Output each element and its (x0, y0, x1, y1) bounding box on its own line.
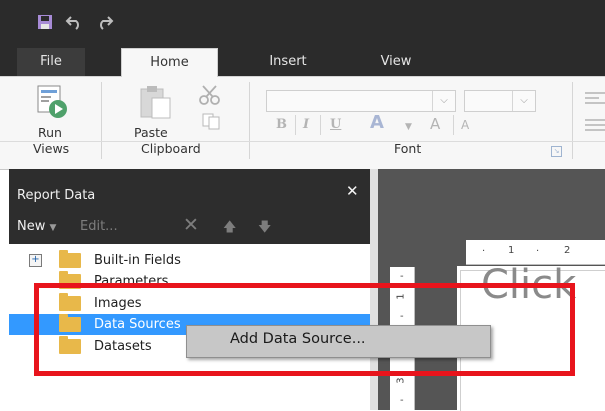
new-label: New (17, 219, 46, 234)
edit-button[interactable]: Edit... (80, 219, 118, 234)
ruler-tick-label: 3 (395, 377, 407, 384)
underline-button[interactable]: U (330, 117, 341, 132)
font-size-combo[interactable]: ⌵ (464, 90, 536, 112)
font-color-button[interactable]: A (370, 112, 384, 133)
delete-icon[interactable]: ✕ (183, 214, 199, 236)
title-bar (0, 0, 605, 44)
divider (295, 115, 296, 135)
group-divider (572, 82, 573, 159)
run-button[interactable] (36, 84, 70, 120)
italic-button[interactable]: I (303, 117, 309, 132)
font-name-combo[interactable]: ⌵ (266, 90, 456, 112)
move-down-icon[interactable]: 🡇 (258, 218, 271, 240)
divider (320, 115, 321, 135)
group-label-views: Views (33, 141, 70, 156)
paste-icon (140, 86, 171, 119)
shrink-font-button[interactable]: A (461, 118, 469, 132)
group-label-font: Font (394, 141, 422, 156)
cut-icon[interactable] (198, 84, 222, 106)
dialog-launcher-icon[interactable]: ↘ (551, 146, 562, 157)
tab-home[interactable]: Home (121, 48, 218, 78)
bold-button[interactable]: B (276, 117, 287, 132)
ruler-tick: · (482, 246, 486, 257)
align-icon[interactable] (585, 90, 605, 104)
expand-icon[interactable]: + (29, 254, 42, 267)
run-label: Run (38, 125, 62, 140)
tab-insert[interactable]: Insert (248, 48, 328, 76)
paste-button[interactable] (138, 84, 174, 120)
ruler-tick: - (400, 395, 404, 406)
ribbon-tabs: File Home Insert View (0, 44, 605, 78)
report-data-title: Report Data (17, 188, 96, 203)
grow-font-button[interactable]: A (430, 115, 440, 133)
group-label-divider (0, 141, 605, 142)
folder-icon (59, 250, 81, 268)
chevron-down-icon[interactable]: ▼ (405, 122, 412, 132)
save-icon[interactable] (34, 10, 56, 34)
run-icon (37, 85, 67, 118)
group-divider (249, 82, 250, 159)
ruler-tick: · (536, 246, 540, 257)
undo-icon[interactable] (63, 10, 85, 34)
paste-label: Paste (134, 125, 168, 140)
copy-icon[interactable] (201, 112, 223, 130)
align-left-icon[interactable] (585, 117, 605, 131)
tab-view[interactable]: View (366, 48, 426, 76)
ruler-tick: - (400, 271, 404, 282)
chevron-down-icon: ⌵ (512, 91, 535, 111)
group-label-clipboard: Clipboard (141, 141, 201, 156)
redo-icon[interactable] (94, 10, 116, 34)
tab-file[interactable]: File (17, 48, 85, 76)
ruler-tick-label: 1 (508, 245, 515, 256)
ruler-tick-label: 2 (564, 245, 571, 256)
chevron-down-icon: ⌵ (432, 91, 455, 111)
move-up-icon[interactable]: 🡅 (223, 218, 236, 240)
tree-item-built-in-fields[interactable]: + Built-in Fields (9, 250, 370, 271)
highlight-annotation (34, 283, 575, 376)
tree-item-label: Built-in Fields (94, 253, 181, 268)
chevron-down-icon: ▼ (49, 223, 57, 233)
group-divider (101, 82, 102, 159)
divider (453, 115, 454, 135)
new-menu-button[interactable]: New ▼ (17, 219, 56, 234)
close-icon[interactable]: ✕ (346, 182, 359, 200)
